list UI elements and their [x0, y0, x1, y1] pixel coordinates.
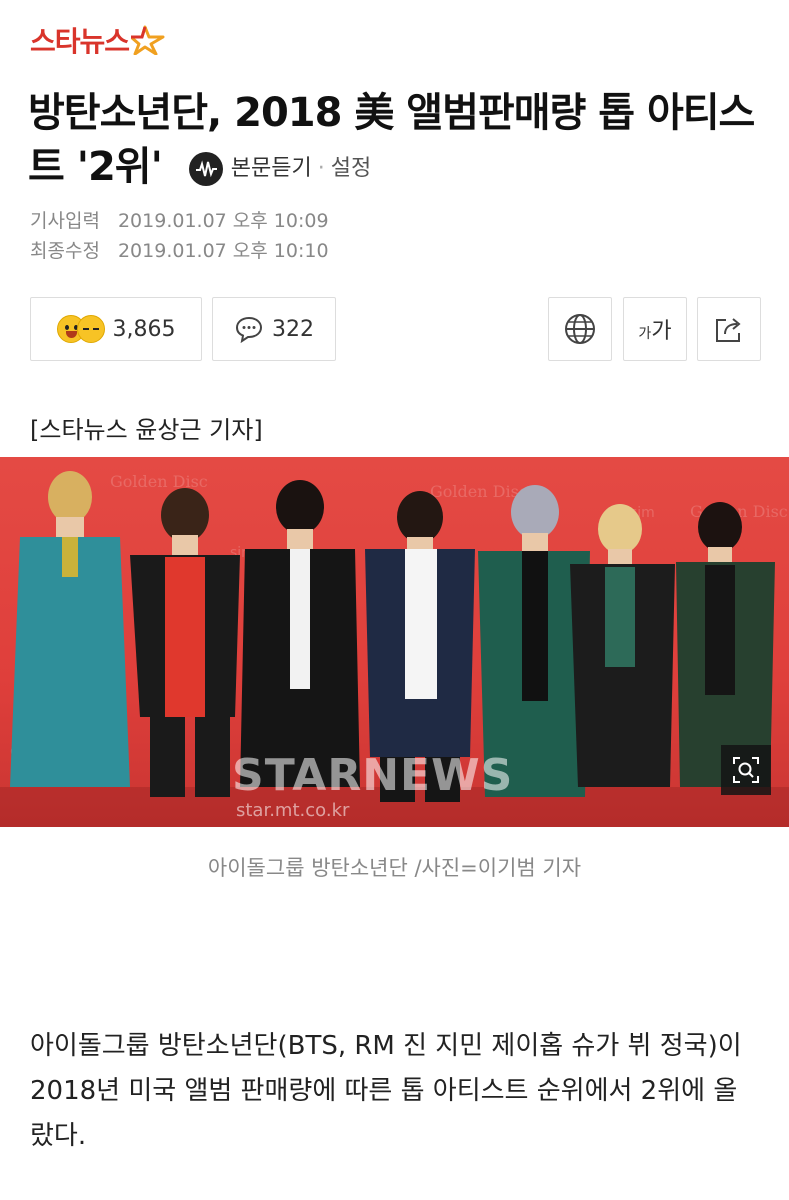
sleepy-emoji-icon: [76, 315, 105, 343]
font-size-icon: 가가: [638, 319, 672, 344]
share-button[interactable]: [697, 297, 761, 361]
article-body: 아이돌그룹 방탄소년단(BTS, RM 진 지민 제이홉 슈가 뷔 정국)이 2…: [30, 1031, 742, 1151]
translate-button[interactable]: [548, 297, 612, 361]
share-icon: [716, 318, 741, 342]
settings-link[interactable]: 설정: [331, 142, 371, 196]
comment-count: 322: [272, 316, 314, 342]
listen-controls: 본문듣기 · 설정: [188, 142, 371, 196]
reaction-button[interactable]: 3,865: [30, 297, 202, 361]
published-row: 기사입력 2019.01.07 오후 10:09: [30, 206, 329, 236]
modified-label: 최종수정: [30, 240, 100, 262]
comment-bubble-icon: [235, 316, 263, 343]
reaction-count: 3,865: [112, 316, 176, 342]
comment-button[interactable]: 322: [212, 297, 336, 361]
photo-caption: 아이돌그룹 방탄소년단 /사진=이기범 기자: [207, 856, 582, 880]
photo-zoom-button[interactable]: [721, 745, 771, 795]
starnews-logo[interactable]: 스타뉴스: [30, 20, 165, 60]
globe-icon: [565, 314, 595, 344]
published-label: 기사입력: [30, 210, 100, 232]
listen-button[interactable]: 본문듣기: [231, 142, 312, 196]
article-meta: 기사입력 2019.01.07 오후 10:09 최종수정 2019.01.07…: [30, 206, 329, 266]
photo-watermark: STARNEWS: [232, 750, 514, 801]
svg-text:Golden Disc: Golden Disc: [110, 472, 208, 491]
svg-text:Golden Disc: Golden Disc: [430, 482, 528, 501]
audio-icon[interactable]: [188, 152, 223, 186]
logo-star-icon: [131, 25, 165, 55]
font-size-button[interactable]: 가가: [623, 297, 687, 361]
published-value: 2019.01.07 오후 10:09: [117, 210, 329, 232]
photo-watermark-url: star.mt.co.kr: [236, 800, 350, 821]
modified-value: 2019.01.07 오후 10:10: [117, 240, 329, 262]
separator-dot: ·: [317, 156, 325, 181]
reporter-byline: [스타뉴스 윤상근 기자]: [30, 416, 263, 444]
logo-text: 스타뉴스: [30, 25, 130, 58]
article-headline: 방탄소년단, 2018 美 앨범판매량 톱 아티스트 '2위' 본문듣기 · 설…: [28, 86, 768, 196]
headline-text: 방탄소년단, 2018 美 앨범판매량 톱 아티스트 '2위': [28, 90, 755, 190]
modified-row: 최종수정 2019.01.07 오후 10:10: [30, 236, 329, 266]
zoom-icon: [733, 757, 759, 783]
